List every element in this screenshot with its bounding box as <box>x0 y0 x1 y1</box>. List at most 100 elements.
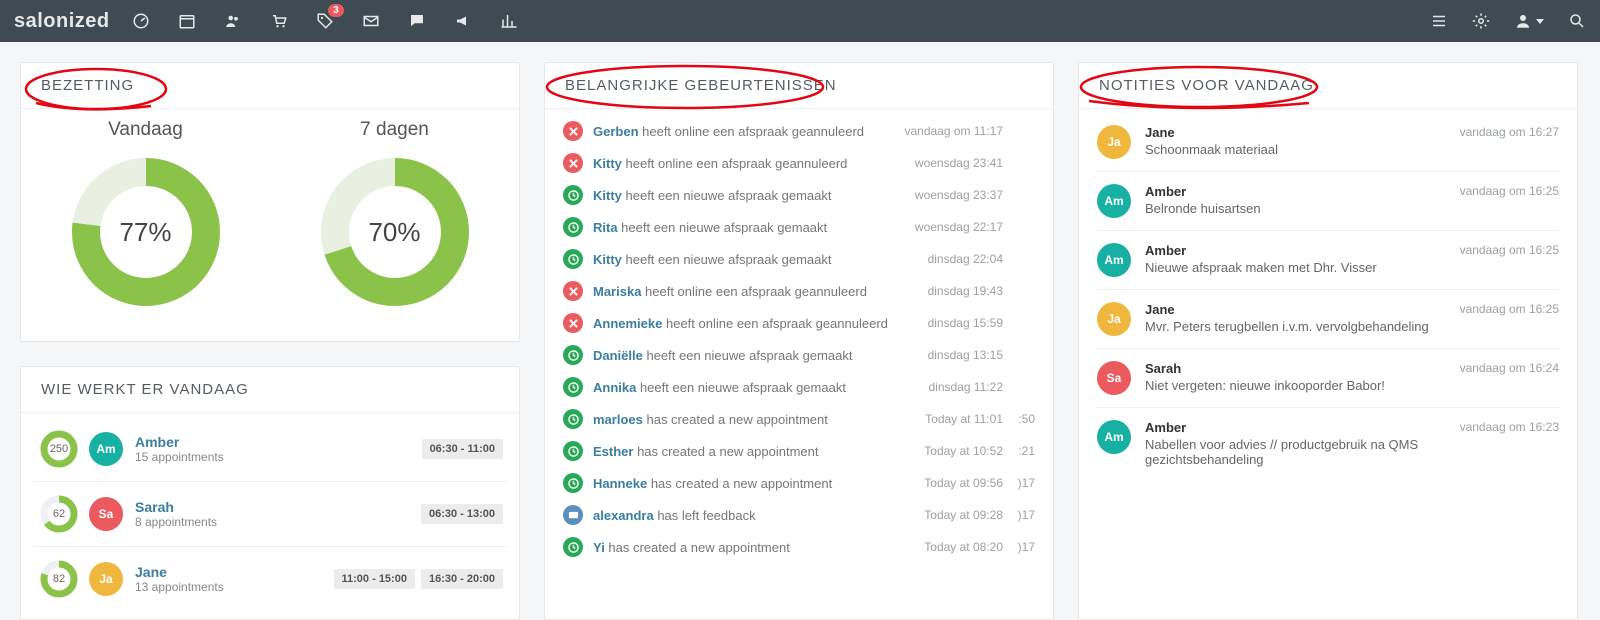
staff-row[interactable]: 62 Sa Sarah 8 appointments 06:30 - 13:00 <box>33 481 507 546</box>
event-row[interactable]: alexandra has left feedback Today at 09:… <box>563 499 1035 531</box>
note-main: Amber Nabellen voor advies // productgeb… <box>1145 420 1460 467</box>
event-row[interactable]: marloes has created a new appointment To… <box>563 403 1035 435</box>
event-row[interactable]: Esther has created a new appointment Tod… <box>563 435 1035 467</box>
note-text: Nabellen voor advies // productgebruik n… <box>1145 437 1460 467</box>
event-time: woensdag 23:41 <box>915 156 1003 170</box>
customers-icon[interactable] <box>224 12 242 30</box>
events-title: BELANGRIJKE GEBEURTENISSEN <box>565 77 837 94</box>
occupancy-title: BEZETTING <box>41 77 134 94</box>
note-author: Sarah <box>1145 361 1460 376</box>
event-row[interactable]: Daniëlle heeft een nieuwe afspraak gemaa… <box>563 339 1035 371</box>
note-text: Mvr. Peters terugbellen i.v.m. vervolgbe… <box>1145 319 1460 334</box>
occupancy-today-donut: 77% <box>61 147 231 317</box>
occupancy-today: Vandaag 77% <box>21 119 270 317</box>
note-row[interactable]: Sa Sarah Niet vergeten: nieuwe inkoopord… <box>1097 348 1559 407</box>
staff-avatar: Sa <box>89 497 123 531</box>
tags-icon[interactable]: 3 <box>316 12 334 30</box>
note-author: Jane <box>1145 125 1460 140</box>
staff-avatar: Am <box>89 432 123 466</box>
note-row[interactable]: Am Amber Nieuwe afspraak maken met Dhr. … <box>1097 230 1559 289</box>
mail-icon[interactable] <box>362 12 380 30</box>
note-author: Amber <box>1145 243 1460 258</box>
event-actor[interactable]: Gerben <box>593 124 639 139</box>
note-time: vandaag om 16:25 <box>1460 184 1559 218</box>
event-actor[interactable]: Annemieke <box>593 316 662 331</box>
event-time: vandaag om 11:17 <box>904 124 1003 138</box>
megaphone-icon[interactable] <box>454 12 472 30</box>
event-row[interactable]: Mariska heeft online een afspraak geannu… <box>563 275 1035 307</box>
event-row[interactable]: Kitty heeft online een afspraak geannule… <box>563 147 1035 179</box>
dashboard-icon[interactable] <box>132 12 150 30</box>
event-row[interactable]: Rita heeft een nieuwe afspraak gemaakt w… <box>563 211 1035 243</box>
event-actor[interactable]: Kitty <box>593 252 622 267</box>
staff-shifts: 06:30 - 13:00 <box>421 504 503 524</box>
event-row[interactable]: Annika heeft een nieuwe afspraak gemaakt… <box>563 371 1035 403</box>
event-booked-icon <box>563 537 583 557</box>
note-row[interactable]: Ja Jane Schoonmaak materiaal vandaag om … <box>1097 113 1559 171</box>
shift-chip: 11:00 - 15:00 <box>334 569 415 589</box>
list-icon[interactable] <box>1430 12 1448 30</box>
note-row[interactable]: Am Amber Belronde huisartsen vandaag om … <box>1097 171 1559 230</box>
event-extra: :50 <box>1013 412 1035 426</box>
staff-row[interactable]: 82 Ja Jane 13 appointments 11:00 - 15:00… <box>33 546 507 611</box>
note-avatar: Sa <box>1097 361 1131 395</box>
event-time: dinsdag 11:22 <box>928 380 1003 394</box>
event-feedback-icon <box>563 505 583 525</box>
event-row[interactable]: Kitty heeft een nieuwe afspraak gemaakt … <box>563 179 1035 211</box>
occupancy-header: BEZETTING <box>21 63 519 109</box>
search-icon[interactable] <box>1568 12 1586 30</box>
calendar-icon[interactable] <box>178 12 196 30</box>
event-actor[interactable]: Hanneke <box>593 476 647 491</box>
staff-mini-donut: 250 <box>37 427 81 471</box>
note-avatar: Am <box>1097 243 1131 277</box>
note-avatar: Ja <box>1097 125 1131 159</box>
cart-icon[interactable] <box>270 12 288 30</box>
notes-title: NOTITIES VOOR VANDAAG <box>1099 77 1314 94</box>
event-actor[interactable]: Annika <box>593 380 636 395</box>
event-actor[interactable]: Yi <box>593 540 605 555</box>
event-actor[interactable]: Kitty <box>593 156 622 171</box>
note-main: Sarah Niet vergeten: nieuwe inkooporder … <box>1145 361 1460 395</box>
staff-name[interactable]: Jane <box>135 564 334 580</box>
event-text: Gerben heeft online een afspraak geannul… <box>593 124 894 139</box>
brand-logo[interactable]: salonized <box>14 10 110 33</box>
notes-body: Ja Jane Schoonmaak materiaal vandaag om … <box>1079 109 1577 489</box>
note-main: Jane Schoonmaak materiaal <box>1145 125 1460 159</box>
event-text: Esther has created a new appointment <box>593 444 914 459</box>
chat-icon[interactable] <box>408 12 426 30</box>
note-main: Amber Nieuwe afspraak maken met Dhr. Vis… <box>1145 243 1460 277</box>
staff-name[interactable]: Sarah <box>135 499 421 515</box>
event-actor[interactable]: Esther <box>593 444 633 459</box>
event-actor[interactable]: Kitty <box>593 188 622 203</box>
event-row[interactable]: Gerben heeft online een afspraak geannul… <box>563 115 1035 147</box>
event-text: Hanneke has created a new appointment <box>593 476 914 491</box>
event-actor[interactable]: marloes <box>593 412 643 427</box>
settings-icon[interactable] <box>1472 12 1490 30</box>
note-row[interactable]: Ja Jane Mvr. Peters terugbellen i.v.m. v… <box>1097 289 1559 348</box>
event-booked-icon <box>563 441 583 461</box>
staff-name[interactable]: Amber <box>135 434 422 450</box>
staff-avatar: Ja <box>89 562 123 596</box>
event-row[interactable]: Hanneke has created a new appointment To… <box>563 467 1035 499</box>
stats-icon[interactable] <box>500 12 518 30</box>
occupancy-today-label: Vandaag <box>21 119 270 141</box>
event-cancel-icon <box>563 313 583 333</box>
event-text: Yi has created a new appointment <box>593 540 914 555</box>
occupancy-card: BEZETTING Vandaag 77% 7 dagen 70% <box>20 62 520 342</box>
note-row[interactable]: Am Amber Nabellen voor advies // product… <box>1097 407 1559 479</box>
user-menu[interactable] <box>1514 12 1544 30</box>
event-cancel-icon <box>563 281 583 301</box>
event-actor[interactable]: Rita <box>593 220 618 235</box>
note-author: Amber <box>1145 420 1460 435</box>
event-actor[interactable]: Daniëlle <box>593 348 643 363</box>
event-time: dinsdag 13:15 <box>928 348 1003 362</box>
note-author: Amber <box>1145 184 1460 199</box>
event-row[interactable]: Yi has created a new appointment Today a… <box>563 531 1035 563</box>
staff-row[interactable]: 250 Am Amber 15 appointments 06:30 - 11:… <box>33 417 507 481</box>
event-row[interactable]: Kitty heeft een nieuwe afspraak gemaakt … <box>563 243 1035 275</box>
event-actor[interactable]: Mariska <box>593 284 641 299</box>
event-text: alexandra has left feedback <box>593 508 914 523</box>
event-row[interactable]: Annemieke heeft online een afspraak gean… <box>563 307 1035 339</box>
event-actor[interactable]: alexandra <box>593 508 654 523</box>
staff-appointments: 8 appointments <box>135 515 421 529</box>
